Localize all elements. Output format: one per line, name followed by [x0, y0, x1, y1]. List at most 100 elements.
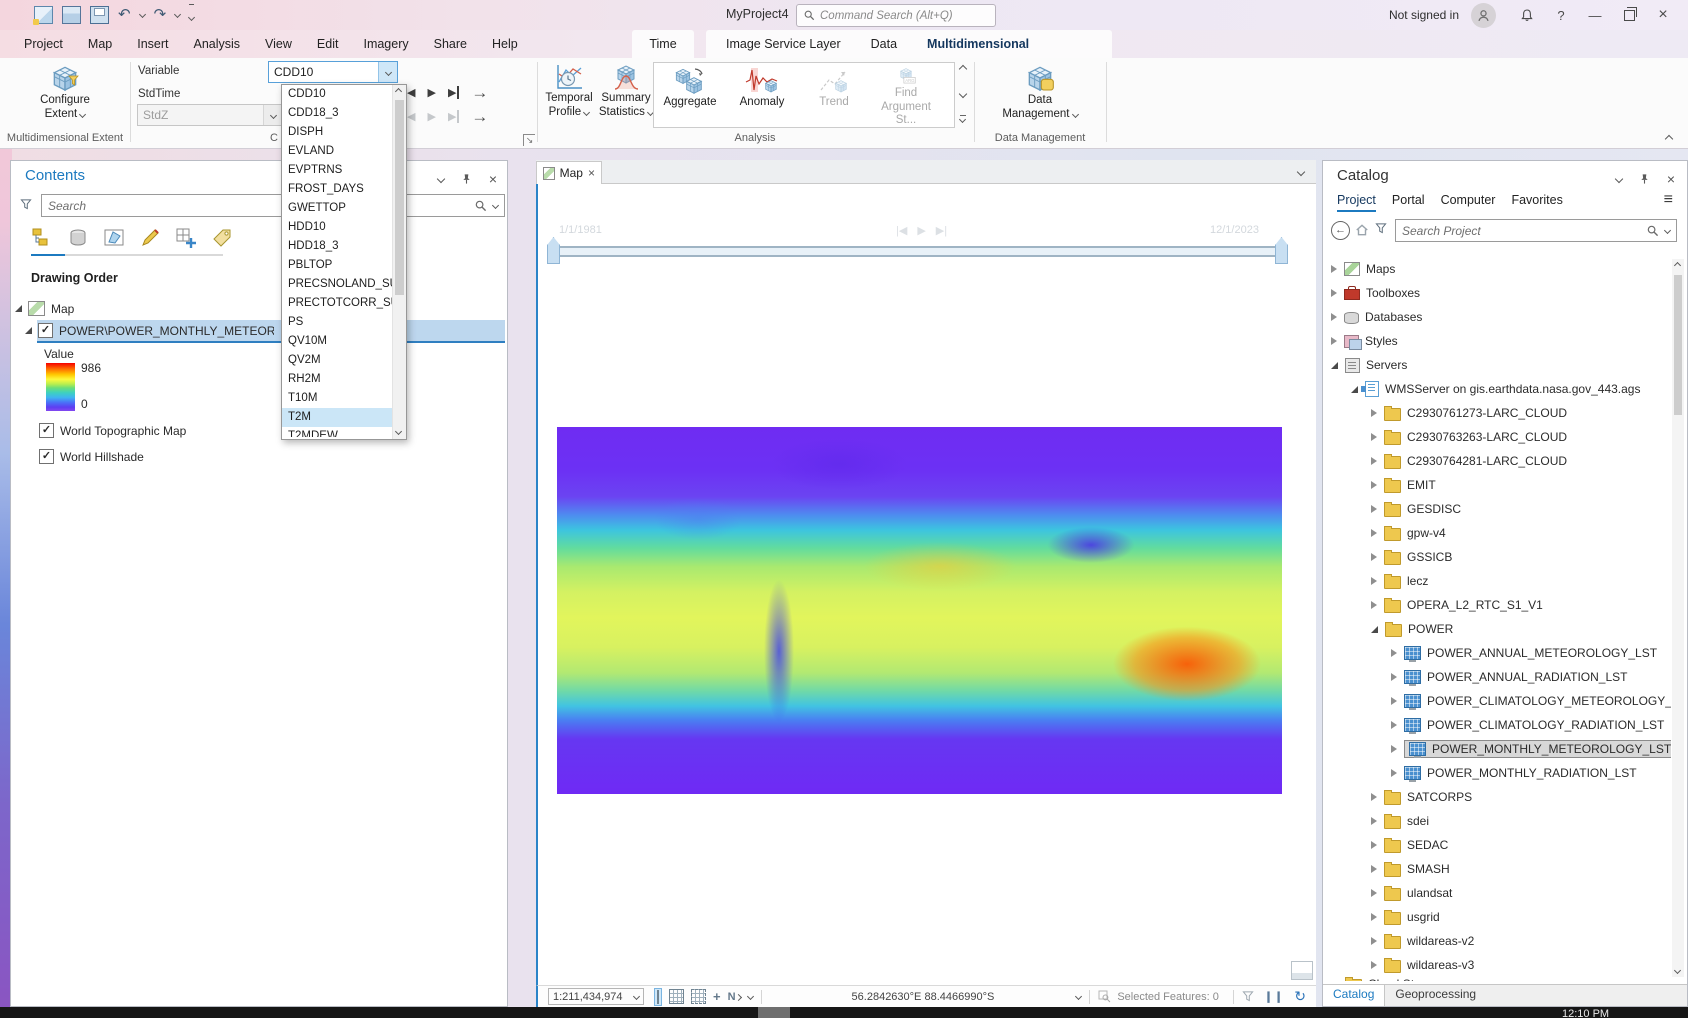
catalog-search-input[interactable]: Search Project: [1395, 219, 1677, 242]
taskbar-app-segment[interactable]: [758, 1007, 790, 1018]
dock-tab-catalog[interactable]: Catalog: [1323, 985, 1385, 1006]
save-project-icon[interactable]: [90, 6, 109, 24]
expand-icon[interactable]: [1371, 913, 1377, 921]
variable-option[interactable]: CDD10: [282, 85, 406, 104]
list-by-selection-icon[interactable]: [103, 227, 125, 249]
list-by-editing-icon[interactable]: [139, 227, 161, 249]
ribbon-tab-project[interactable]: Project: [24, 37, 63, 51]
catalog-tree-item[interactable]: C2930764281-LARC_CLOUD: [1323, 449, 1671, 473]
pin-icon[interactable]: [1639, 173, 1650, 185]
avatar[interactable]: [1471, 3, 1496, 28]
redo-dropdown-icon[interactable]: [174, 11, 181, 18]
gallery-scroll-down-icon[interactable]: [959, 89, 967, 97]
variable-option[interactable]: PBLTOP: [282, 256, 406, 275]
minimize-button[interactable]: —: [1578, 0, 1612, 30]
list-by-drawing-order-icon[interactable]: [31, 227, 53, 249]
expand-icon[interactable]: [1331, 289, 1337, 297]
new-project-icon[interactable]: [34, 6, 53, 24]
menu-icon[interactable]: ≡: [1664, 191, 1673, 209]
catalog-tree-item[interactable]: POWER_ANNUAL_METEOROLOGY_LST: [1323, 641, 1671, 665]
undo-button[interactable]: ↶: [118, 7, 131, 23]
expand-icon[interactable]: [1371, 505, 1377, 513]
find-argument-statistics-button[interactable]: ARG Find Argument St...: [870, 63, 942, 127]
expand-icon[interactable]: [1371, 457, 1377, 465]
anomaly-button[interactable]: Anomaly: [726, 63, 798, 127]
scroll-down-icon[interactable]: [395, 428, 402, 435]
catalog-tree-item[interactable]: Servers: [1323, 353, 1671, 377]
step-forward-button[interactable]: ▶: [448, 86, 459, 99]
scroll-up-icon[interactable]: [1674, 262, 1681, 269]
temperature-raster-layer[interactable]: [557, 427, 1282, 794]
refresh-icon[interactable]: ↻: [1294, 988, 1306, 1005]
catalog-tab-portal[interactable]: Portal: [1392, 193, 1425, 212]
variable-option[interactable]: HDD18_3: [282, 237, 406, 256]
collapse-icon[interactable]: [1371, 626, 1378, 633]
expand-collapse-icon[interactable]: [15, 305, 22, 312]
time-slider-playback-icons[interactable]: |◀▶▶|: [896, 224, 947, 237]
expand-collapse-icon[interactable]: [25, 327, 32, 334]
time-slider-start-handle[interactable]: [547, 237, 560, 264]
snapping-toggle-icon[interactable]: [654, 988, 662, 1006]
catalog-tree-item[interactable]: POWER_CLIMATOLOGY_RADIATION_LST: [1323, 713, 1671, 737]
close-tab-icon[interactable]: ×: [588, 166, 595, 180]
list-by-snapping-icon[interactable]: [175, 227, 197, 249]
catalog-tree-item[interactable]: POWER_MONTHLY_RADIATION_LST: [1323, 761, 1671, 785]
home-icon[interactable]: [1355, 223, 1369, 237]
catalog-tree-item[interactable]: gpw-v4: [1323, 521, 1671, 545]
customize-qat-icon[interactable]: [189, 4, 194, 25]
go-to-end-icon[interactable]: →: [471, 88, 488, 98]
scrollbar-thumb[interactable]: [1674, 275, 1682, 415]
variable-dropdown-icon[interactable]: [378, 62, 397, 82]
hillshade-row[interactable]: ✓ World Hillshade: [39, 449, 144, 464]
expand-icon[interactable]: [1391, 721, 1397, 729]
variable-option[interactable]: RH2M: [282, 370, 406, 389]
scrollbar-thumb[interactable]: [395, 100, 404, 295]
layer-checkbox[interactable]: ✓: [38, 323, 53, 338]
expand-icon[interactable]: [1391, 673, 1397, 681]
layer-row[interactable]: ✓ POWER\POWER_MONTHLY_METEOROLOG: [25, 323, 274, 338]
variable-option[interactable]: HDD10: [282, 218, 406, 237]
catalog-tree-item[interactable]: Maps: [1323, 257, 1671, 281]
variable-option[interactable]: FROST_DAYS: [282, 180, 406, 199]
catalog-scrollbar[interactable]: [1672, 259, 1684, 977]
catalog-tree-item[interactable]: WMSServer on gis.earthdata.nasa.gov_443.…: [1323, 377, 1671, 401]
catalog-tree-item[interactable]: POWER_ANNUAL_RADIATION_LST: [1323, 665, 1671, 689]
catalog-tree-item[interactable]: Toolboxes: [1323, 281, 1671, 305]
catalog-tree-item[interactable]: POWER: [1323, 617, 1671, 641]
variable-option[interactable]: PS: [282, 313, 406, 332]
gallery-scroll-up-icon[interactable]: [959, 65, 967, 73]
stdz-dropdown-icon[interactable]: [263, 105, 282, 125]
selected-item-highlight[interactable]: POWER_MONTHLY_METEOROLOGY_LST: [1404, 740, 1671, 758]
expand-icon[interactable]: [1371, 409, 1377, 417]
catalog-tree-item[interactable]: POWER_CLIMATOLOGY_METEOROLOGY_LST: [1323, 689, 1671, 713]
catalog-tree-item[interactable]: SEDAC: [1323, 833, 1671, 857]
restore-button[interactable]: [1612, 0, 1646, 30]
pause-drawing-icon[interactable]: ❙❙: [1264, 990, 1284, 1003]
ribbon-tab-map[interactable]: Map: [88, 37, 112, 51]
variable-option[interactable]: PRECTOTCORR_SUM: [282, 294, 406, 313]
map-group-row[interactable]: Map: [15, 301, 74, 316]
ribbon-tab-share[interactable]: Share: [434, 37, 467, 51]
catalog-tree-item[interactable]: GESDISC: [1323, 497, 1671, 521]
scroll-down-icon[interactable]: [1674, 967, 1681, 974]
sign-in-status[interactable]: Not signed in: [1389, 8, 1459, 22]
cursor-coordinates[interactable]: 56.2842630°E 88.4466990°S: [770, 991, 1077, 1003]
ribbon-tab-insert[interactable]: Insert: [137, 37, 168, 51]
pane-menu-icon[interactable]: [1615, 175, 1623, 183]
filter-icon[interactable]: [20, 199, 32, 210]
expand-icon[interactable]: [1371, 433, 1377, 441]
scale-combobox[interactable]: 1:211,434,974: [548, 988, 644, 1005]
open-project-icon[interactable]: [62, 6, 81, 24]
dialog-launcher-icon[interactable]: ↘: [523, 134, 535, 146]
undo-dropdown-icon[interactable]: [139, 11, 146, 18]
catalog-tree-item[interactable]: wildareas-v3: [1323, 953, 1671, 977]
search-options-icon[interactable]: [1664, 227, 1671, 234]
filter-icon[interactable]: [1242, 991, 1254, 1002]
variable-option[interactable]: T2M: [282, 408, 406, 427]
catalog-tree-item[interactable]: OPERA_L2_RTC_S1_V1: [1323, 593, 1671, 617]
layer-checkbox[interactable]: ✓: [39, 449, 54, 464]
variable-option[interactable]: EVPTRNS: [282, 161, 406, 180]
ribbon-tab-help[interactable]: Help: [492, 37, 518, 51]
stdz-combobox[interactable]: StdZ: [137, 104, 283, 126]
ribbon-tab-analysis[interactable]: Analysis: [194, 37, 241, 51]
